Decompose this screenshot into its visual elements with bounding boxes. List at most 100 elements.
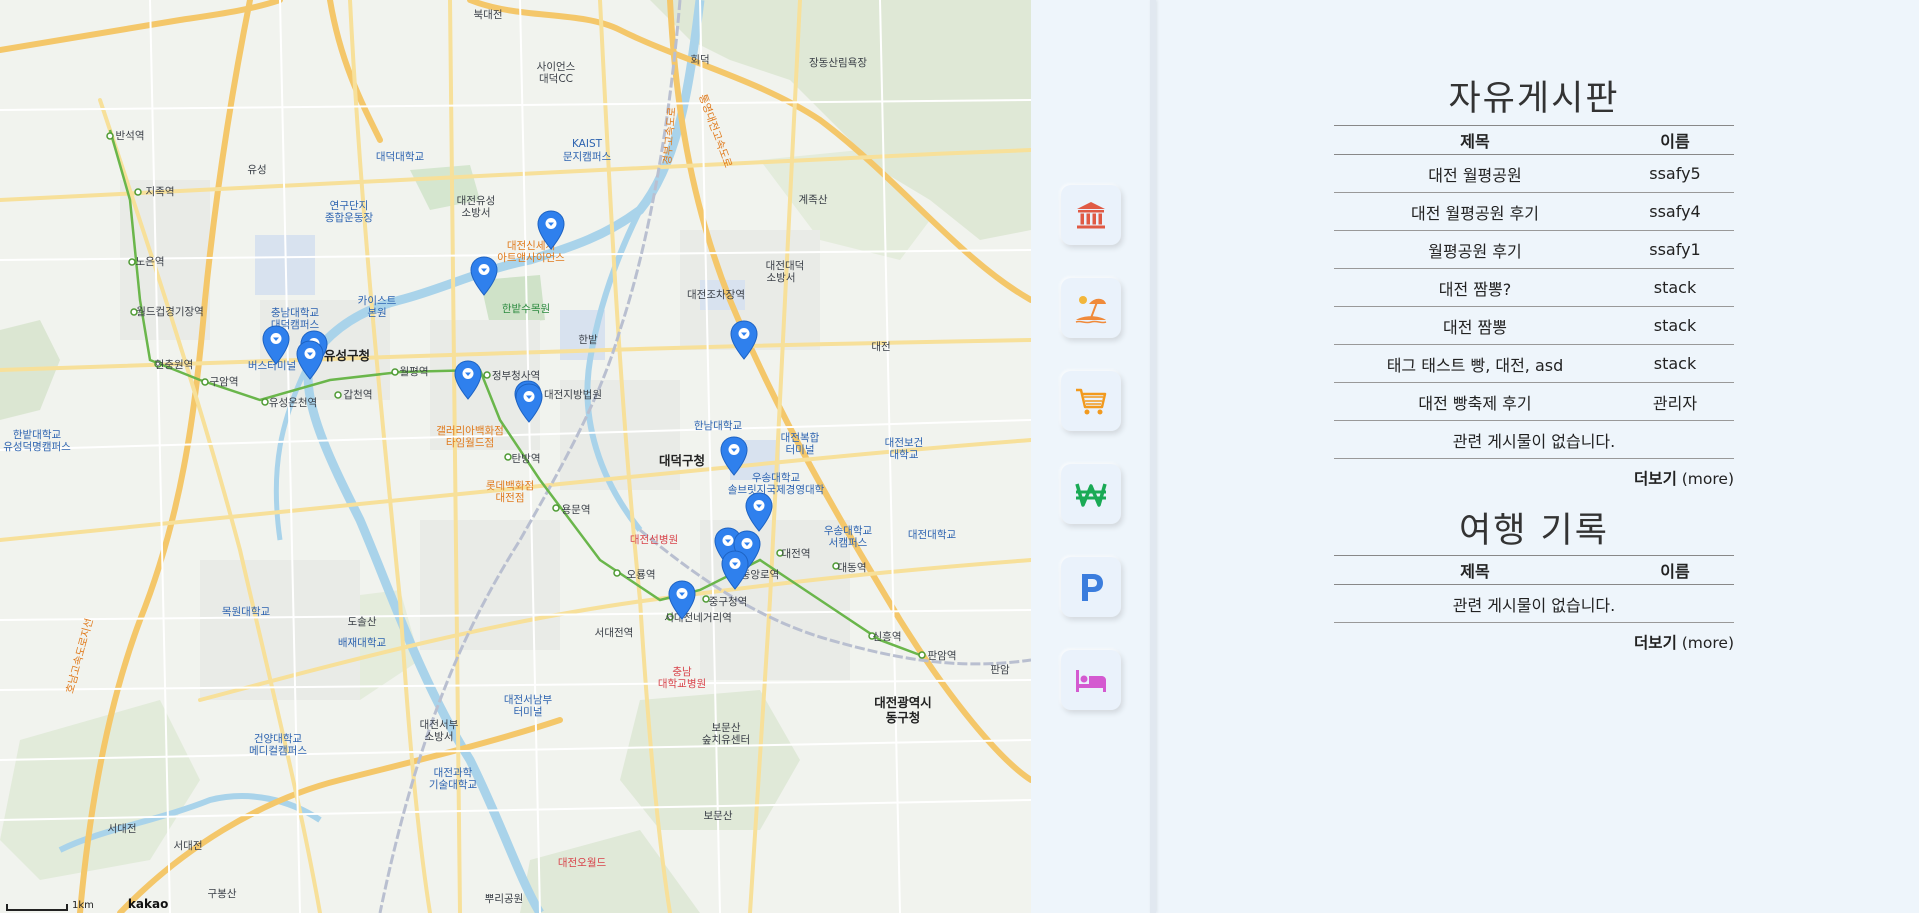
map-label: 뿌리공원	[484, 893, 524, 905]
category-shopping-button[interactable]	[1061, 371, 1121, 431]
category-lodging-button[interactable]	[1061, 650, 1121, 710]
scale-text: 1km	[72, 900, 94, 911]
more-suffix: (more)	[1676, 470, 1734, 488]
map-label: 대전대덕	[765, 260, 805, 272]
map-label: 건양대학교	[253, 733, 303, 745]
post-title[interactable]: 대전 짬뽕?	[1334, 268, 1616, 307]
map-label: 보문산	[703, 810, 733, 822]
post-title[interactable]: 대전 짬뽕	[1334, 306, 1616, 345]
category-beach-button[interactable]	[1061, 278, 1121, 338]
map-marker[interactable]	[720, 436, 748, 476]
table-row[interactable]: 대전 짬뽕? stack	[1334, 268, 1734, 307]
post-author: 관리자	[1616, 382, 1734, 421]
map-label: 갑천역	[343, 389, 373, 401]
map-marker[interactable]	[262, 325, 290, 365]
category-finance-button[interactable]	[1061, 464, 1121, 524]
empty-row: 관련 게시물이 없습니다.	[1334, 584, 1734, 623]
map-label: 본원	[367, 307, 387, 319]
table-row[interactable]: 대전 빵축제 후기 관리자	[1334, 382, 1734, 421]
map-marker[interactable]	[515, 383, 543, 423]
map-label: 목원대학교	[221, 606, 271, 618]
map-pin-icon	[296, 340, 324, 380]
map-label: 서캠퍼스	[828, 537, 868, 549]
map-label: 판암역	[927, 650, 957, 662]
map-label: 롯데백화점	[485, 480, 535, 492]
column-header-title: 제목	[1334, 125, 1616, 155]
table-header-row: 제목 이름	[1334, 555, 1734, 585]
map-pin-icon	[730, 320, 758, 360]
map-marker[interactable]	[668, 580, 696, 620]
map-label: 대전지방법원	[544, 389, 602, 401]
map-label: 신흥역	[872, 631, 902, 643]
map-label: 종합운동장	[324, 212, 374, 224]
map-label: 반석역	[115, 130, 145, 142]
beach-icon	[1075, 296, 1107, 324]
column-header-name: 이름	[1616, 125, 1734, 155]
map-label: 대학교병원	[657, 678, 707, 690]
map-label: 동구청	[885, 710, 921, 725]
map-marker[interactable]	[537, 210, 565, 250]
kakao-map[interactable]: 북대전 사이언스 대덕CC 회덕 장동산림욕장 반석역 대덕대학교 KAIST …	[0, 0, 1031, 913]
more-label: 더보기	[1634, 634, 1677, 652]
category-museum-button[interactable]	[1061, 185, 1121, 245]
map-label: 월드컵경기장역	[136, 306, 204, 318]
map-label: 북대전	[473, 9, 503, 21]
table-row[interactable]: 대전 월평공원 후기 ssafy4	[1334, 192, 1734, 231]
empty-message: 관련 게시물이 없습니다.	[1334, 584, 1734, 623]
travel-log-more-link[interactable]: 더보기 (more)	[1334, 631, 1734, 653]
map-label: 한밭대학교	[12, 429, 62, 441]
map-marker[interactable]	[454, 360, 482, 400]
map-pin-icon	[262, 325, 290, 365]
post-title[interactable]: 대전 월평공원 후기	[1334, 192, 1616, 231]
map-label: 메디컬캠퍼스	[249, 745, 307, 757]
map-marker[interactable]	[470, 256, 498, 296]
post-author: ssafy1	[1616, 230, 1734, 269]
map-pin-icon	[470, 256, 498, 296]
map-label: 배재대학교	[337, 637, 387, 649]
map-label: 한밭	[578, 334, 598, 346]
post-title[interactable]: 대전 빵축제 후기	[1334, 382, 1616, 421]
free-board-more-link[interactable]: 더보기 (more)	[1334, 467, 1734, 489]
map-label: 터미널	[513, 706, 543, 718]
table-row[interactable]: 월평공원 후기 ssafy1	[1334, 230, 1734, 269]
post-title[interactable]: 태그 태스트 빵, 대전, asd	[1334, 344, 1616, 383]
map-label: 노은역	[135, 256, 165, 268]
empty-row: 관련 게시물이 없습니다.	[1334, 420, 1734, 459]
map-marker[interactable]	[296, 340, 324, 380]
map-label: 서대전	[107, 823, 137, 835]
map-label: 대전오월드	[557, 857, 607, 869]
museum-icon	[1077, 202, 1105, 229]
map-label: 대전역	[781, 548, 811, 560]
map-marker[interactable]	[730, 320, 758, 360]
table-row[interactable]: 대전 월평공원 ssafy5	[1334, 154, 1734, 193]
free-board-section: 자유게시판 제목 이름 대전 월평공원 ssafy5 대전 월평공원 후기 ssaf…	[1334, 77, 1734, 489]
map-label: 충남대학교	[270, 307, 320, 319]
map-label: 연구단지	[329, 200, 369, 212]
table-row[interactable]: 태그 태스트 빵, 대전, asd stack	[1334, 344, 1734, 383]
table-row[interactable]: 대전 짬뽕 stack	[1334, 306, 1734, 345]
map-marker[interactable]	[745, 492, 773, 532]
map-label: 유성덕명캠퍼스	[3, 441, 71, 453]
map-scale: 1km kakao	[6, 897, 168, 911]
map-label: 대동역	[837, 562, 867, 574]
post-author: ssafy5	[1616, 154, 1734, 193]
map-label: 갤러리아백화점	[436, 425, 504, 437]
map-label: 대전대학교	[907, 529, 957, 541]
map-label: 대전조차장역	[687, 289, 745, 301]
map-label: 대전서부	[419, 719, 459, 731]
map-label: 탄방역	[511, 453, 541, 465]
post-title[interactable]: 대전 월평공원	[1334, 154, 1616, 193]
map-label: 유성구청	[323, 348, 371, 363]
map-pin-icon	[721, 550, 749, 590]
post-title[interactable]: 월평공원 후기	[1334, 230, 1616, 269]
travel-log-title: 여행 기록	[1459, 511, 1609, 551]
map-label: 아트앤사이언스	[497, 252, 565, 264]
category-parking-button[interactable]	[1061, 557, 1121, 617]
map-label: 솔브릿지국제경영대학	[727, 484, 825, 496]
post-author: ssafy4	[1616, 192, 1734, 231]
map-label: 보문산	[711, 722, 741, 734]
map-label: 서대전역	[594, 627, 634, 639]
map-label: 대전복합	[780, 432, 820, 444]
map-marker[interactable]	[721, 550, 749, 590]
more-label: 더보기	[1634, 470, 1677, 488]
